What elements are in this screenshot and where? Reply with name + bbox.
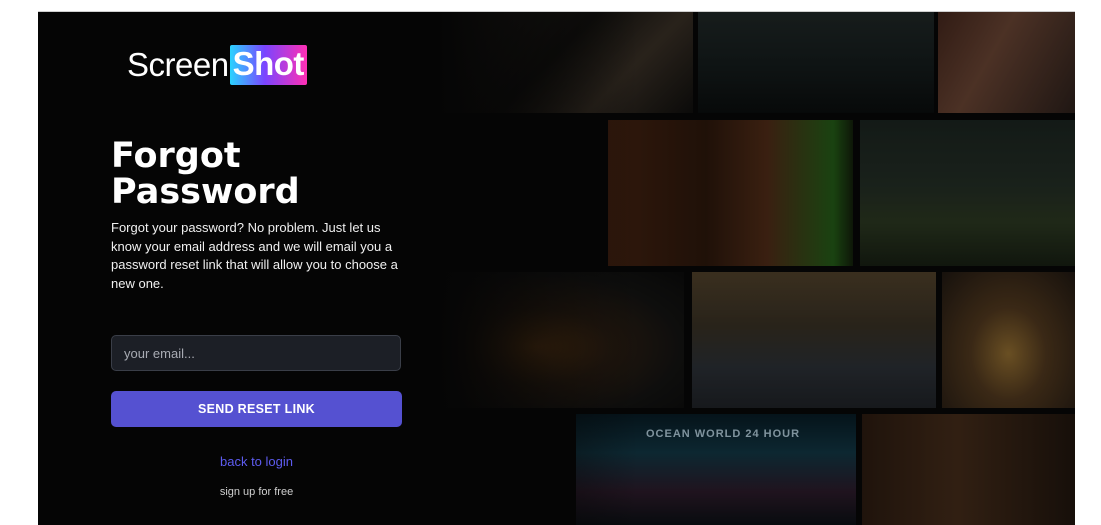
film-still xyxy=(938,12,1075,113)
film-still xyxy=(608,120,853,266)
brand-name-part1: Screen xyxy=(127,46,229,83)
title-line1: Forgot xyxy=(111,136,241,176)
form-panel: Screen Shot Forgot Password Forgot your p… xyxy=(38,12,438,525)
back-to-login-link[interactable]: back to login xyxy=(111,454,402,469)
mosaic-fade xyxy=(438,12,638,525)
send-reset-link-button[interactable]: SEND RESET LINK xyxy=(111,391,402,427)
title-line2: Password xyxy=(111,172,300,212)
page-title: Forgot Password xyxy=(111,138,411,210)
brand-name-part2: Shot xyxy=(229,45,307,85)
film-still xyxy=(862,414,1075,525)
description: Forgot your password? No problem. Just l… xyxy=(111,220,398,291)
film-still xyxy=(692,272,936,408)
page-frame: OCEAN WORLD 24 HOUR Screen Shot Forgot Pa… xyxy=(38,11,1075,525)
email-input[interactable] xyxy=(111,335,401,371)
brand-logo: Screen Shot xyxy=(127,45,307,85)
film-still xyxy=(860,120,1075,266)
sign-up-link[interactable]: sign up for free xyxy=(111,486,402,498)
film-still xyxy=(698,12,934,113)
film-still xyxy=(942,272,1075,408)
storefront-sign: OCEAN WORLD 24 HOUR xyxy=(646,428,801,440)
